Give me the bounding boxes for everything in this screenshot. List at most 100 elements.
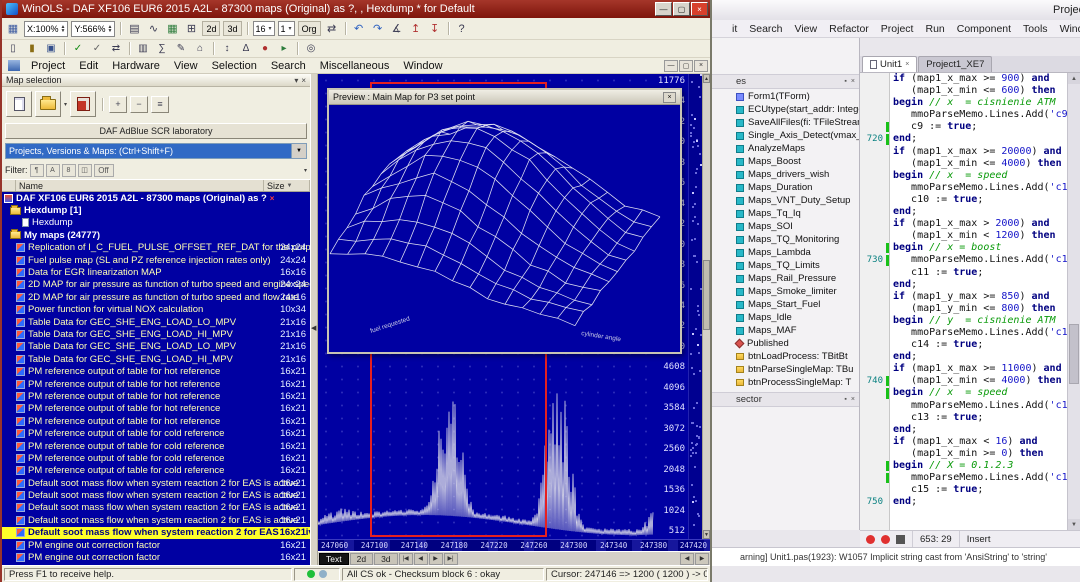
tree-item-saveallfiles-fi-tfilestream[interactable]: SaveAllFiles(fi: TFileStream) <box>712 116 859 129</box>
help-icon[interactable]: ? <box>453 21 471 37</box>
angle-icon[interactable]: ∡ <box>388 21 406 37</box>
spinner-icon[interactable]: ▲▼ <box>61 25 66 33</box>
undo-icon[interactable]: ↶ <box>350 21 368 37</box>
map-list-row[interactable]: Table Data for GEC_SHE_ENG_LOAD_HI_MPV21… <box>2 353 310 365</box>
tree-item-maps-duration[interactable]: Maps_Duration <box>712 181 859 194</box>
mdi-control-2-icon[interactable]: × <box>694 60 708 72</box>
new-version-button[interactable] <box>6 91 32 117</box>
scope-combobox[interactable]: Projects, Versions & Maps: (Ctrl+Shift+F… <box>5 143 307 159</box>
map-list-row[interactable]: Table Data for GEC_SHE_ENG_LOAD_LO_MPV21… <box>2 316 310 328</box>
inspector-close-icon[interactable]: × <box>851 396 855 403</box>
map-list-row[interactable]: Default soot mass flow when system react… <box>2 514 310 526</box>
menu-project[interactable]: Project <box>24 60 72 72</box>
tab-unit1[interactable]: Unit1× <box>862 56 917 72</box>
map-list-row[interactable]: PM reference output of table for cold re… <box>2 452 310 464</box>
ide-menu-window[interactable]: Window <box>1054 23 1080 35</box>
tree-item-single-axis-detect-vmax-si[interactable]: Single_Axis_Detect(vmax_si <box>712 129 859 142</box>
compiler-message[interactable]: arning] Unit1.pas(1923): W1057 Implicit … <box>712 547 1080 566</box>
map-list-row[interactable]: PM reference output of table for hot ref… <box>2 390 310 402</box>
ide-menu-project[interactable]: Project <box>875 23 920 35</box>
editor-scroll-down-icon[interactable]: ▼ <box>1068 519 1080 530</box>
nav-2-icon[interactable]: ▶ <box>429 553 443 565</box>
tab-project1-xe7[interactable]: Project1_XE7 <box>918 56 992 72</box>
tree-item-maps-idle[interactable]: Maps_Idle <box>712 311 859 324</box>
zoom-x[interactable]: X:100%▲▼ <box>24 21 68 37</box>
tab-close-icon[interactable]: × <box>905 61 909 68</box>
overview-minimap[interactable] <box>688 74 702 539</box>
tree-item-maps-rail-pressure[interactable]: Maps_Rail_Pressure <box>712 272 859 285</box>
panel-splitter[interactable]: ◀ <box>310 74 318 565</box>
view-curve-icon[interactable]: ∿ <box>144 21 162 37</box>
map-list-row[interactable]: Default soot mass flow when system react… <box>2 489 310 501</box>
tree-item-maps-tq-monitoring[interactable]: Maps_TQ_Monitoring <box>712 233 859 246</box>
editor-scroll-thumb[interactable] <box>1069 324 1079 384</box>
ide-menu-it[interactable]: it <box>726 23 743 35</box>
map-list-row[interactable]: Replication of I_C_FUEL_PULSE_OFFSET_REF… <box>2 242 310 254</box>
collapse-arrow-icon[interactable]: ◀ <box>311 324 316 332</box>
menu-selection[interactable]: Selection <box>205 60 264 72</box>
scope-dropdown-icon[interactable]: ▼ <box>291 144 306 158</box>
ide-menu-run[interactable]: Run <box>919 23 950 35</box>
menu-window[interactable]: Window <box>396 60 449 72</box>
panel-close-icon[interactable]: × <box>301 76 306 85</box>
scroll-down-icon[interactable]: ▼ <box>703 530 710 539</box>
tree-item-btnparsesinglemap-tbu[interactable]: btnParseSingleMap: TBu <box>712 363 859 376</box>
tree-item-maps-maf[interactable]: Maps_MAF <box>712 324 859 337</box>
mdi-control-1-icon[interactable]: ▢ <box>679 60 693 72</box>
minimize-button[interactable]: — <box>655 2 672 16</box>
map-list-row[interactable]: Table Data for GEC_SHE_ENG_LOAD_LO_MPV21… <box>2 341 310 353</box>
structure-tree[interactable]: Form1(TForm)ECUtype(start_addr: IntegerS… <box>712 90 859 390</box>
decrease-icon[interactable]: ↧ <box>426 21 444 37</box>
ide-menu-component[interactable]: Component <box>951 23 1017 35</box>
ide-titlebar[interactable]: Projec <box>712 0 1080 20</box>
nav-0-icon[interactable]: |◀ <box>399 553 413 565</box>
ide-menu-refactor[interactable]: Refactor <box>823 23 875 35</box>
tree-item-maps-soi[interactable]: Maps_SOI <box>712 220 859 233</box>
map-properties-button[interactable]: ≡ <box>151 96 169 113</box>
scroll-thumb[interactable] <box>703 260 710 330</box>
tree-item-maps-tq-iq[interactable]: Maps_Tq_Iq <box>712 207 859 220</box>
overview-icon[interactable]: ▦ <box>4 21 22 37</box>
tree-item-maps-vnt-duty-setup[interactable]: Maps_VNT_Duty_Setup <box>712 194 859 207</box>
filter-option-0-icon[interactable]: ¶ <box>30 164 44 177</box>
search-icon[interactable]: ◎ <box>302 41 320 56</box>
mode-2d-button[interactable]: 2d <box>202 21 220 36</box>
ide-menu-search[interactable]: Search <box>743 23 788 35</box>
map-list-row[interactable]: DAF XF106 EUR6 2015 A2L - 87300 maps (Or… <box>2 192 310 204</box>
map-list-row[interactable]: Default soot mass flow when system react… <box>2 502 310 514</box>
map-list-row[interactable]: PM reference output of table for cold re… <box>2 465 310 477</box>
map-list-row[interactable]: PM reference output of table for hot ref… <box>2 415 310 427</box>
map-list[interactable]: DAF XF106 EUR6 2015 A2L - 87300 maps (Or… <box>2 192 310 565</box>
filter-option-2-icon[interactable]: 8 <box>62 164 76 177</box>
map-list-row[interactable]: PM engine out correction factor16x21 <box>2 539 310 551</box>
editor-scrollbar[interactable]: ▲ ▼ <box>1067 73 1080 530</box>
menu-view[interactable]: View <box>167 60 205 72</box>
menu-edit[interactable]: Edit <box>72 60 105 72</box>
play-icon[interactable]: ▸ <box>275 41 293 56</box>
map-list-row[interactable]: PM reference output of table for cold re… <box>2 427 310 439</box>
structure-panel-header[interactable]: es ▪ × <box>712 74 859 89</box>
size-column-header[interactable]: Size ▼ <box>264 180 310 191</box>
view-tab-3d[interactable]: 3d <box>374 553 397 565</box>
map-list-row[interactable]: Power function for virtual NOX calculati… <box>2 304 310 316</box>
map-list-row[interactable]: 2D MAP for air pressure as function of t… <box>2 279 310 291</box>
hscroll-0-icon[interactable]: ◀ <box>680 553 694 565</box>
delta-icon[interactable]: Δ <box>237 41 255 56</box>
laboratory-button[interactable]: DAF AdBlue SCR laboratory <box>5 123 307 139</box>
map-list-row[interactable]: Data for EGR linearization MAP16x16 <box>2 266 310 278</box>
mode-3d-button[interactable]: 3d <box>223 21 241 36</box>
tree-item-btnprocesssinglemap-t[interactable]: btnProcessSingleMap: T <box>712 376 859 389</box>
increase-icon[interactable]: ↥ <box>407 21 425 37</box>
scroll-up-icon[interactable]: ▲ <box>703 74 710 83</box>
preview-titlebar[interactable]: Preview : Main Map for P3 set point × <box>329 90 680 105</box>
edit-icon[interactable]: ✎ <box>172 41 190 56</box>
filter-option-3-icon[interactable]: ◫ <box>78 164 92 177</box>
checksum-all-icon[interactable]: ✓ <box>88 41 106 56</box>
menu-miscellaneous[interactable]: Miscellaneous <box>313 60 397 72</box>
spinner-icon[interactable]: ▲▼ <box>108 25 113 33</box>
save-icon[interactable]: ▣ <box>42 41 60 56</box>
compare-icon[interactable]: ⇄ <box>107 41 125 56</box>
map-list-row[interactable]: Hexdump <box>2 217 310 229</box>
view-map-icon[interactable]: ▦ <box>163 21 181 37</box>
tree-item-form1-tform[interactable]: Form1(TForm) <box>712 90 859 103</box>
